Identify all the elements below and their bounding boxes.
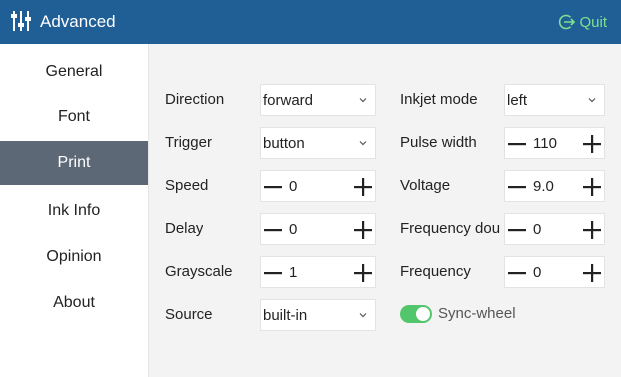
trigger-label: Trigger xyxy=(165,134,212,151)
pulse-width-value[interactable]: 110 xyxy=(533,134,557,154)
plus-icon[interactable] xyxy=(583,221,601,239)
minus-icon[interactable] xyxy=(264,179,282,195)
direction-label: Direction xyxy=(165,91,225,108)
frequency-doubling-stepper: 0 xyxy=(504,213,605,245)
quit-label: Quit xyxy=(579,13,607,31)
exit-icon xyxy=(559,14,576,30)
voltage-value[interactable]: 9.0 xyxy=(533,177,554,197)
minus-icon[interactable] xyxy=(264,265,282,281)
plus-icon[interactable] xyxy=(583,264,601,282)
chevron-down-icon xyxy=(359,313,367,318)
speed-label: Speed xyxy=(165,177,209,194)
frequency-doubling-value[interactable]: 0 xyxy=(533,220,541,240)
title-bar: Advanced Quit xyxy=(0,0,621,44)
pulse-width-label: Pulse width xyxy=(400,134,477,151)
sidebar-item-about[interactable]: About xyxy=(0,281,148,325)
source-value: built-in xyxy=(263,307,308,324)
pulse-width-stepper: 110 xyxy=(504,127,605,159)
voltage-label: Voltage xyxy=(400,177,451,194)
speed-stepper: 0 xyxy=(260,170,376,202)
chevron-down-icon xyxy=(359,98,367,103)
window-title: Advanced xyxy=(40,12,116,31)
sidebar-item-label: General xyxy=(45,63,103,80)
plus-icon[interactable] xyxy=(354,221,372,239)
sidebar-item-print[interactable]: Print xyxy=(0,141,148,185)
sidebar-item-opinion[interactable]: Opinion xyxy=(0,235,148,279)
sidebar-item-font[interactable]: Font xyxy=(0,95,148,139)
inkjet-mode-select[interactable]: left xyxy=(504,84,605,116)
minus-icon[interactable] xyxy=(508,179,526,195)
minus-icon[interactable] xyxy=(264,222,282,238)
sidebar-item-label: Print xyxy=(57,154,91,171)
sidebar-item-ink-info[interactable]: Ink Info xyxy=(0,189,148,233)
quit-button[interactable]: Quit xyxy=(558,11,607,33)
sidebar-item-general[interactable]: General xyxy=(0,50,148,94)
plus-icon[interactable] xyxy=(354,178,372,196)
delay-stepper: 0 xyxy=(260,213,376,245)
chevron-down-icon xyxy=(359,141,367,146)
delay-label: Delay xyxy=(165,220,204,237)
print-settings-panel: Direction forward Trigger button Speed 0… xyxy=(149,44,621,377)
grayscale-value[interactable]: 1 xyxy=(289,263,297,283)
inkjet-mode-value: left xyxy=(507,92,528,109)
source-select[interactable]: built-in xyxy=(260,299,376,331)
sidebar-item-label: Ink Info xyxy=(47,202,101,219)
inkjet-mode-label: Inkjet mode xyxy=(400,91,478,108)
sync-wheel-label: Sync-wheel xyxy=(438,305,516,322)
sliders-icon xyxy=(11,11,31,31)
sync-wheel-toggle[interactable] xyxy=(400,305,432,323)
source-label: Source xyxy=(165,306,213,323)
speed-value[interactable]: 0 xyxy=(289,177,297,197)
voltage-stepper: 9.0 xyxy=(504,170,605,202)
minus-icon[interactable] xyxy=(508,222,526,238)
frequency-stepper: 0 xyxy=(504,256,605,288)
trigger-select[interactable]: button xyxy=(260,127,376,159)
grayscale-stepper: 1 xyxy=(260,256,376,288)
frequency-label: Frequency xyxy=(400,263,471,280)
sidebar-item-label: About xyxy=(53,294,95,311)
direction-value: forward xyxy=(263,92,314,109)
delay-value[interactable]: 0 xyxy=(289,220,297,240)
chevron-down-icon xyxy=(588,98,596,103)
frequency-doubling-label: Frequency dou xyxy=(400,220,501,237)
trigger-value: button xyxy=(263,135,305,152)
sidebar-item-label: Opinion xyxy=(46,248,102,265)
grayscale-label: Grayscale xyxy=(165,263,233,280)
frequency-value[interactable]: 0 xyxy=(533,263,541,283)
minus-icon[interactable] xyxy=(508,265,526,281)
plus-icon[interactable] xyxy=(583,135,601,153)
plus-icon[interactable] xyxy=(354,264,372,282)
direction-select[interactable]: forward xyxy=(260,84,376,116)
sidebar: General Font Print Ink Info Opinion Abou… xyxy=(0,44,149,377)
toggle-knob xyxy=(416,307,430,321)
plus-icon[interactable] xyxy=(583,178,601,196)
sidebar-item-label: Font xyxy=(57,108,90,125)
minus-icon[interactable] xyxy=(508,136,526,152)
